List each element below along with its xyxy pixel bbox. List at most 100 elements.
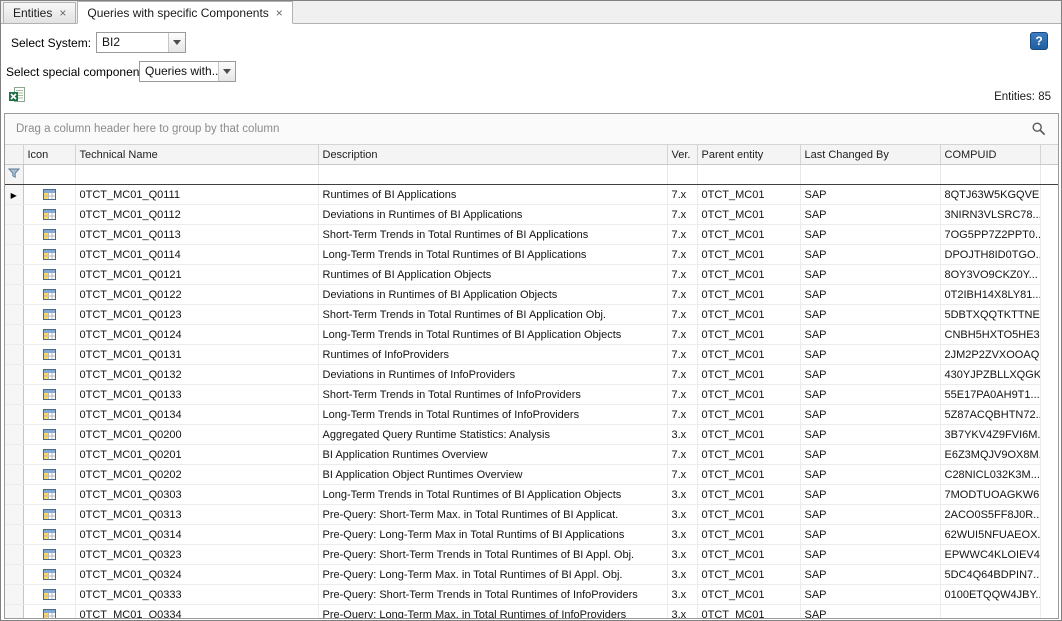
cell-description[interactable]: Aggregated Query Runtime Statistics: Ana… bbox=[318, 425, 667, 445]
cell-technical-name[interactable]: 0TCT_MC01_Q0202 bbox=[75, 465, 318, 485]
cell-technical-name[interactable]: 0TCT_MC01_Q0333 bbox=[75, 585, 318, 605]
cell-version[interactable]: 3.x bbox=[667, 565, 697, 585]
cell-compuid[interactable]: 5DC4Q64BDPIN7... bbox=[940, 565, 1040, 585]
cell-parent-entity[interactable]: 0TCT_MC01 bbox=[697, 305, 800, 325]
cell-version[interactable]: 7.x bbox=[667, 185, 697, 205]
cell-description[interactable]: Runtimes of InfoProviders bbox=[318, 345, 667, 365]
cell-last-changed-by[interactable]: SAP bbox=[800, 325, 940, 345]
cell-technical-name[interactable]: 0TCT_MC01_Q0114 bbox=[75, 245, 318, 265]
cell-version[interactable]: 7.x bbox=[667, 245, 697, 265]
grid-row[interactable]: 0TCT_MC01_Q0121Runtimes of BI Applicatio… bbox=[5, 265, 1058, 285]
column-header-description[interactable]: Description bbox=[318, 145, 667, 165]
cell-icon[interactable] bbox=[23, 525, 75, 545]
cell-icon[interactable] bbox=[23, 565, 75, 585]
cell-compuid[interactable]: 5Z87ACQBHTN72... bbox=[940, 405, 1040, 425]
cell-description[interactable]: Runtimes of BI Applications bbox=[318, 185, 667, 205]
grid-row[interactable]: 0TCT_MC01_Q0303Long-Term Trends in Total… bbox=[5, 485, 1058, 505]
cell-parent-entity[interactable]: 0TCT_MC01 bbox=[697, 545, 800, 565]
cell-compuid[interactable]: 55E17PA0AH9T1... bbox=[940, 385, 1040, 405]
cell-last-changed-by[interactable]: SAP bbox=[800, 445, 940, 465]
cell-description[interactable]: Short-Term Trends in Total Runtimes of I… bbox=[318, 385, 667, 405]
cell-compuid[interactable]: 3B7YKV4Z9FVI6M... bbox=[940, 425, 1040, 445]
cell-parent-entity[interactable]: 0TCT_MC01 bbox=[697, 565, 800, 585]
column-header-version[interactable]: Ver. bbox=[667, 145, 697, 165]
cell-description[interactable]: Deviations in Runtimes of BI Application… bbox=[318, 285, 667, 305]
cell-technical-name[interactable]: 0TCT_MC01_Q0134 bbox=[75, 405, 318, 425]
filter-cell-last-changed-by[interactable] bbox=[800, 165, 940, 185]
cell-icon[interactable] bbox=[23, 265, 75, 285]
cell-icon[interactable] bbox=[23, 225, 75, 245]
cell-technical-name[interactable]: 0TCT_MC01_Q0132 bbox=[75, 365, 318, 385]
cell-description[interactable]: Short-Term Trends in Total Runtimes of B… bbox=[318, 305, 667, 325]
grid-row[interactable]: 0TCT_MC01_Q0334Pre-Query: Long-Term Max.… bbox=[5, 605, 1058, 620]
cell-icon[interactable] bbox=[23, 485, 75, 505]
grid-row[interactable]: 0TCT_MC01_Q0114Long-Term Trends in Total… bbox=[5, 245, 1058, 265]
grid-row[interactable]: 0TCT_MC01_Q0323Pre-Query: Short-Term Tre… bbox=[5, 545, 1058, 565]
chevron-down-icon[interactable] bbox=[168, 33, 185, 52]
cell-compuid[interactable]: 430YJPZBLLXQGK... bbox=[940, 365, 1040, 385]
system-select[interactable]: BI2 bbox=[96, 32, 186, 53]
grid-row[interactable]: 0TCT_MC01_Q0113Short-Term Trends in Tota… bbox=[5, 225, 1058, 245]
cell-last-changed-by[interactable]: SAP bbox=[800, 205, 940, 225]
cell-technical-name[interactable]: 0TCT_MC01_Q0303 bbox=[75, 485, 318, 505]
cell-technical-name[interactable]: 0TCT_MC01_Q0123 bbox=[75, 305, 318, 325]
cell-last-changed-by[interactable]: SAP bbox=[800, 405, 940, 425]
cell-compuid[interactable]: DPOJTH8ID0TGO... bbox=[940, 245, 1040, 265]
grid-row[interactable]: 0TCT_MC01_Q0200Aggregated Query Runtime … bbox=[5, 425, 1058, 445]
cell-version[interactable]: 3.x bbox=[667, 545, 697, 565]
filter-cell-parent-entity[interactable] bbox=[697, 165, 800, 185]
cell-last-changed-by[interactable]: SAP bbox=[800, 485, 940, 505]
close-icon[interactable]: × bbox=[59, 8, 66, 18]
cell-last-changed-by[interactable]: SAP bbox=[800, 565, 940, 585]
cell-technical-name[interactable]: 0TCT_MC01_Q0131 bbox=[75, 345, 318, 365]
grid-row[interactable]: 0TCT_MC01_Q0134Long-Term Trends in Total… bbox=[5, 405, 1058, 425]
cell-description[interactable]: Long-Term Trends in Total Runtimes of BI… bbox=[318, 485, 667, 505]
cell-version[interactable]: 7.x bbox=[667, 385, 697, 405]
cell-parent-entity[interactable]: 0TCT_MC01 bbox=[697, 505, 800, 525]
special-component-select[interactable]: Queries with... bbox=[139, 61, 236, 82]
cell-parent-entity[interactable]: 0TCT_MC01 bbox=[697, 185, 800, 205]
cell-description[interactable]: Deviations in Runtimes of InfoProviders bbox=[318, 365, 667, 385]
column-header-technical-name[interactable]: Technical Name bbox=[75, 145, 318, 165]
cell-version[interactable]: 7.x bbox=[667, 345, 697, 365]
column-header-last-changed-by[interactable]: Last Changed By bbox=[800, 145, 940, 165]
cell-description[interactable]: Pre-Query: Long-Term Max in Total Runtim… bbox=[318, 525, 667, 545]
cell-compuid[interactable]: 62WUI5NFUAEOX... bbox=[940, 525, 1040, 545]
cell-icon[interactable] bbox=[23, 605, 75, 620]
filter-cell-compuid[interactable] bbox=[940, 165, 1040, 185]
cell-icon[interactable] bbox=[23, 325, 75, 345]
cell-technical-name[interactable]: 0TCT_MC01_Q0314 bbox=[75, 525, 318, 545]
cell-parent-entity[interactable]: 0TCT_MC01 bbox=[697, 405, 800, 425]
cell-last-changed-by[interactable]: SAP bbox=[800, 285, 940, 305]
cell-description[interactable]: Pre-Query: Short-Term Max. in Total Runt… bbox=[318, 505, 667, 525]
cell-version[interactable]: 3.x bbox=[667, 505, 697, 525]
column-header-icon[interactable]: Icon bbox=[23, 145, 75, 165]
cell-description[interactable]: Pre-Query: Short-Term Trends in Total Ru… bbox=[318, 545, 667, 565]
cell-last-changed-by[interactable]: SAP bbox=[800, 605, 940, 620]
cell-compuid[interactable]: CNBH5HXTO5HE3... bbox=[940, 325, 1040, 345]
grid-row[interactable]: 0TCT_MC01_Q0333Pre-Query: Short-Term Tre… bbox=[5, 585, 1058, 605]
cell-parent-entity[interactable]: 0TCT_MC01 bbox=[697, 225, 800, 245]
cell-technical-name[interactable]: 0TCT_MC01_Q0122 bbox=[75, 285, 318, 305]
cell-description[interactable]: Long-Term Trends in Total Runtimes of BI… bbox=[318, 245, 667, 265]
cell-icon[interactable] bbox=[23, 445, 75, 465]
cell-version[interactable]: 7.x bbox=[667, 305, 697, 325]
cell-parent-entity[interactable]: 0TCT_MC01 bbox=[697, 325, 800, 345]
filter-cell-technical-name[interactable] bbox=[75, 165, 318, 185]
cell-version[interactable]: 7.x bbox=[667, 445, 697, 465]
cell-technical-name[interactable]: 0TCT_MC01_Q0313 bbox=[75, 505, 318, 525]
cell-version[interactable]: 7.x bbox=[667, 225, 697, 245]
cell-icon[interactable] bbox=[23, 385, 75, 405]
cell-last-changed-by[interactable]: SAP bbox=[800, 265, 940, 285]
cell-compuid[interactable]: 0100ETQQW4JBY... bbox=[940, 585, 1040, 605]
cell-technical-name[interactable]: 0TCT_MC01_Q0111 bbox=[75, 185, 318, 205]
cell-compuid[interactable]: 8OY3VO9CKZ0Y... bbox=[940, 265, 1040, 285]
cell-compuid[interactable]: 7MODTUOAGKW6... bbox=[940, 485, 1040, 505]
cell-icon[interactable] bbox=[23, 305, 75, 325]
cell-description[interactable]: Short-Term Trends in Total Runtimes of B… bbox=[318, 225, 667, 245]
cell-parent-entity[interactable]: 0TCT_MC01 bbox=[697, 285, 800, 305]
cell-icon[interactable] bbox=[23, 585, 75, 605]
excel-export-icon[interactable] bbox=[8, 86, 26, 104]
cell-version[interactable]: 7.x bbox=[667, 365, 697, 385]
cell-description[interactable]: Pre-Query: Long-Term Max. in Total Runti… bbox=[318, 605, 667, 620]
